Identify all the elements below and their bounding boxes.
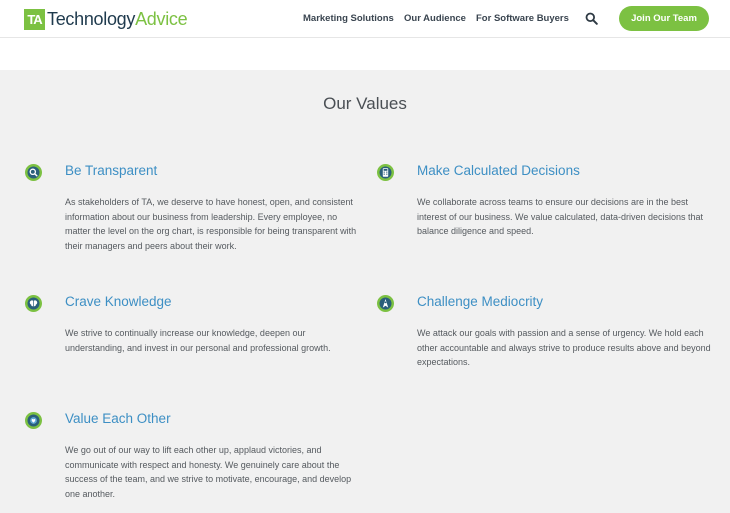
heart-badge-icon <box>25 412 42 429</box>
join-our-team-button[interactable]: Join Our Team <box>619 6 709 31</box>
calculator-badge-icon <box>377 164 394 181</box>
search-icon[interactable] <box>585 12 598 25</box>
value-crave-knowledge: Crave Knowledge We strive to continually… <box>25 293 360 355</box>
brain-badge-icon <box>25 295 42 312</box>
technologyadvice-logo[interactable]: TA Technology Advice <box>24 7 188 31</box>
value-challenge-mediocrity: Challenge Mediocrity We attack our goals… <box>377 293 717 370</box>
value-title: Make Calculated Decisions <box>417 163 580 178</box>
value-title: Value Each Other <box>65 411 171 426</box>
section-title: Our Values <box>323 94 407 113</box>
site-header: TA Technology Advice Marketing Solutions … <box>0 0 730 38</box>
value-title: Crave Knowledge <box>65 294 172 309</box>
value-make-calculated-decisions: Make Calculated Decisions We collaborate… <box>377 162 717 239</box>
nav-our-audience[interactable]: Our Audience <box>404 13 466 24</box>
logo-wordmark-technology: Technology <box>47 8 136 29</box>
logo-wordmark-advice: Advice <box>135 8 188 29</box>
value-description: As stakeholders of TA, we deserve to hav… <box>65 197 357 251</box>
value-description: We attack our goals with passion and a s… <box>417 328 711 368</box>
value-title: Be Transparent <box>65 163 158 178</box>
nav-marketing-solutions[interactable]: Marketing Solutions <box>303 13 394 24</box>
our-values-section: Our Values Be Transparent As stakeholder… <box>0 70 730 513</box>
value-title: Challenge Mediocrity <box>417 294 544 309</box>
value-description: We strive to continually increase our kn… <box>65 328 331 353</box>
value-be-transparent: Be Transparent As stakeholders of TA, we… <box>25 162 360 253</box>
target-badge-icon <box>377 295 394 312</box>
value-description: We collaborate across teams to ensure ou… <box>417 197 703 237</box>
magnifier-badge-icon <box>25 164 42 181</box>
value-value-each-other: Value Each Other We go out of our way to… <box>25 410 360 501</box>
value-description: We go out of our way to lift each other … <box>65 445 352 499</box>
nav-for-software-buyers[interactable]: For Software Buyers <box>476 13 569 24</box>
logo-mark: TA <box>24 8 45 30</box>
